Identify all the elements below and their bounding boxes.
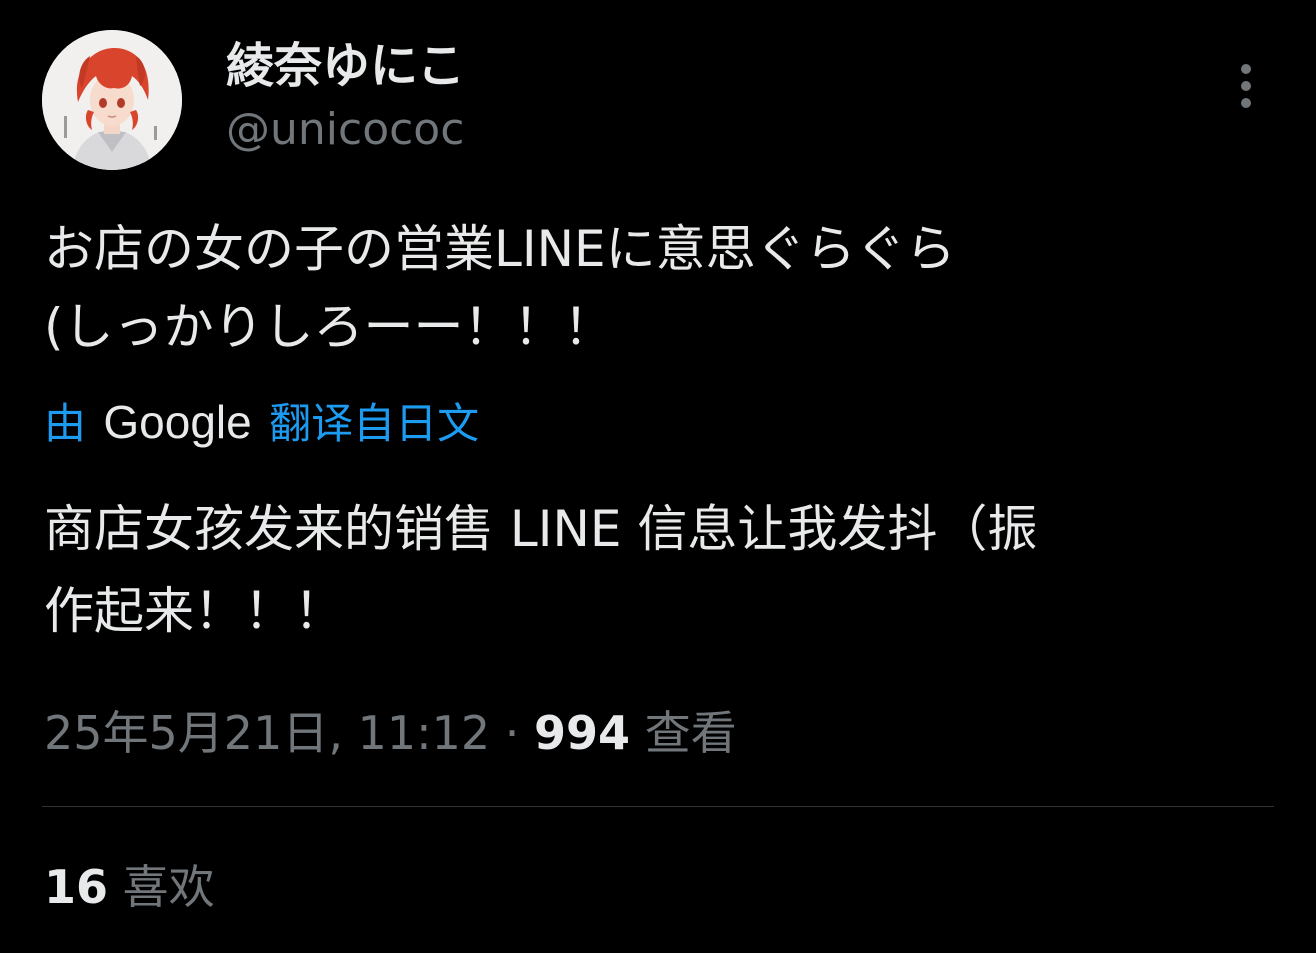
views-label: 查看 <box>644 706 737 760</box>
more-vertical-icon <box>1241 64 1251 74</box>
avatar-image <box>42 30 182 170</box>
likes-stat[interactable]: 16 喜欢 <box>44 858 215 916</box>
views-count: 994 <box>534 706 631 760</box>
google-logo: Google <box>103 396 252 448</box>
more-vertical-icon-dot <box>1241 81 1251 91</box>
avatar[interactable] <box>42 30 182 170</box>
author-handle[interactable]: @unicococ <box>226 104 464 156</box>
author-display-name[interactable]: 綾奈ゆにこ <box>226 38 465 94</box>
meta-separator: · <box>504 706 520 760</box>
tweet-meta: 25年5月21日, 11:12 · 994 查看 <box>44 704 737 762</box>
divider <box>42 806 1274 807</box>
more-vertical-icon-dot <box>1241 98 1251 108</box>
tweet-detail: 綾奈ゆにこ @unicococ お店の女の子の営業LINEに意思ぐらぐら (しっ… <box>0 0 1316 953</box>
translated-text: 商店女孩发来的销售 LINE 信息让我发抖（振 作起来！！！ <box>44 500 1038 640</box>
translation-prefix[interactable]: 由 <box>44 399 86 448</box>
more-options-button[interactable] <box>1226 60 1266 112</box>
translation-source-language[interactable]: 翻译自日文 <box>269 399 479 448</box>
likes-count: 16 <box>44 860 109 914</box>
tweet-text: お店の女の子の営業LINEに意思ぐらぐら (しっかりしろーー！！！ <box>44 220 956 356</box>
tweet-timestamp[interactable]: 25年5月21日, 11:12 <box>44 706 490 760</box>
translation-label[interactable]: 由 Google 翻译自日文 <box>44 394 479 452</box>
likes-label: 喜欢 <box>122 860 215 914</box>
